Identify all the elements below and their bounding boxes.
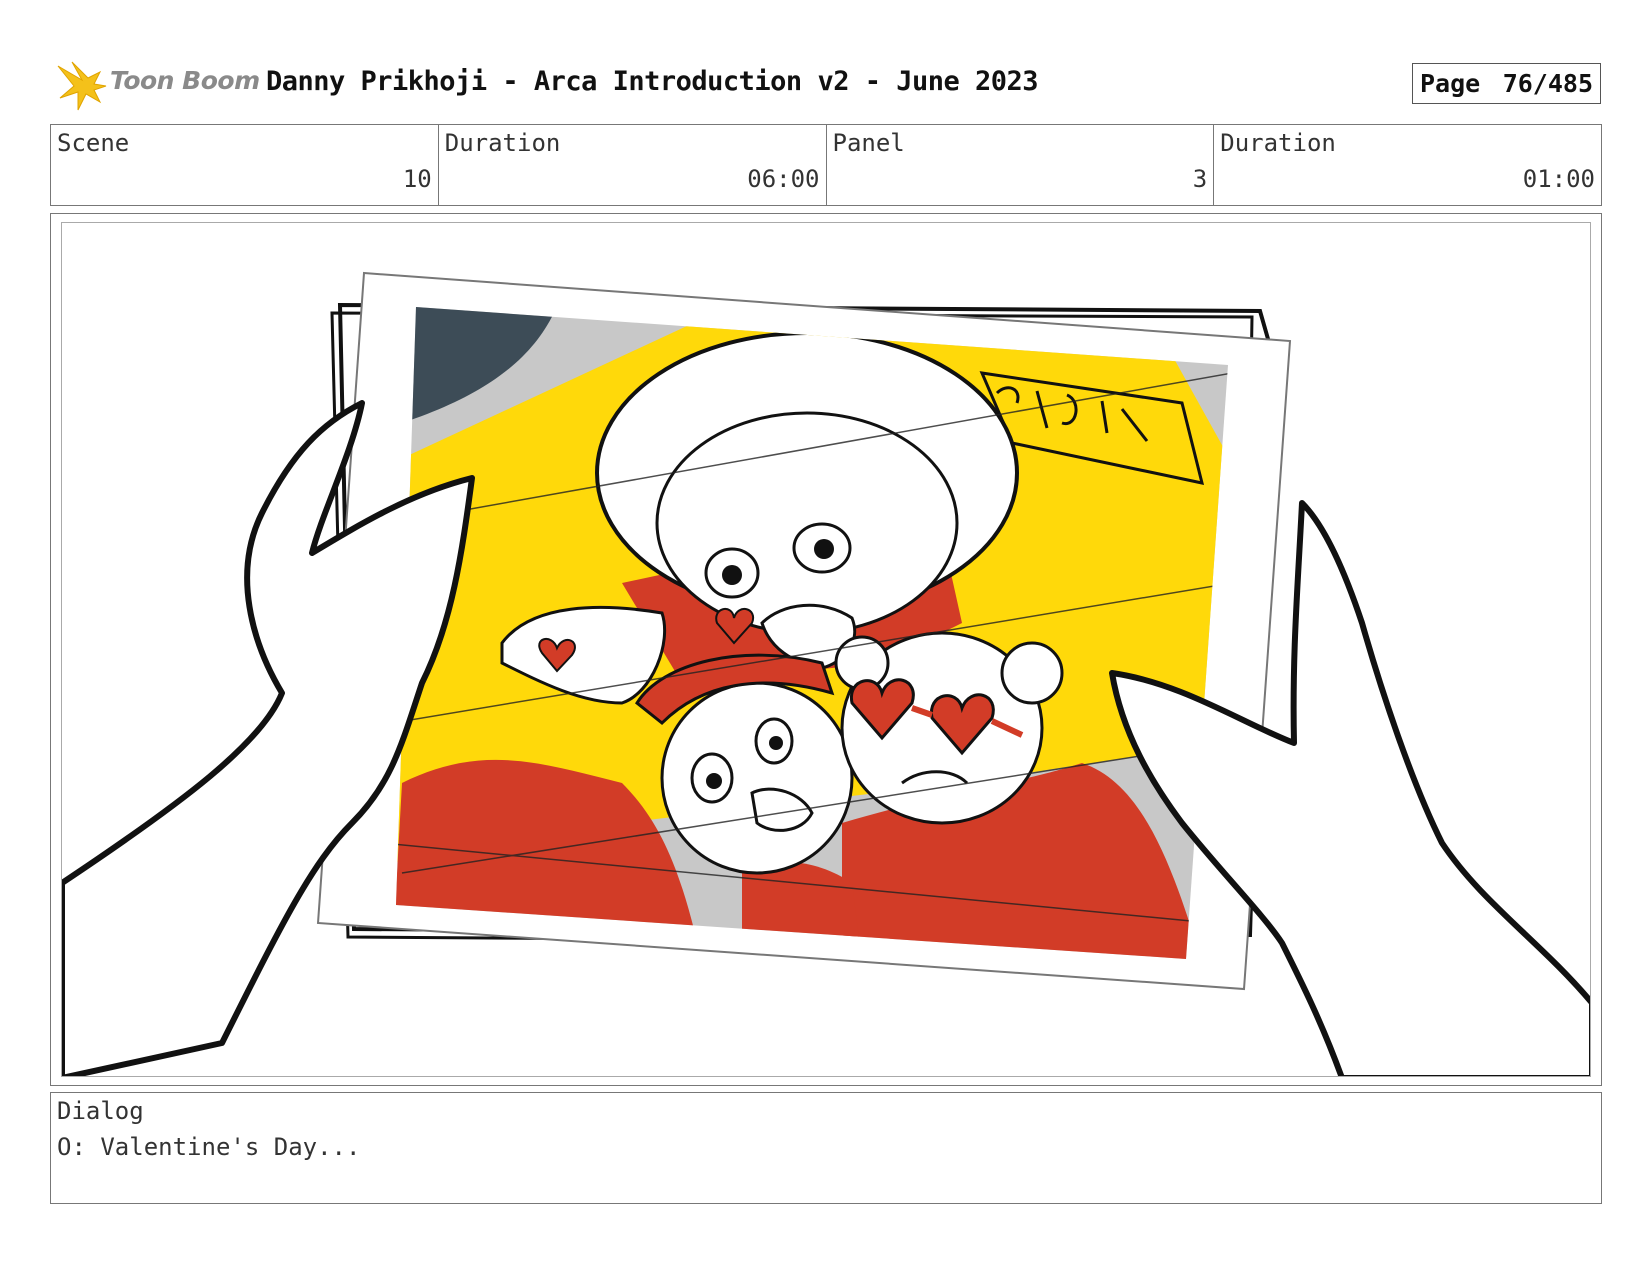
storyboard-panel xyxy=(50,213,1602,1086)
dialog-box: Dialog O: Valentine's Day... xyxy=(50,1092,1602,1204)
document-title: Danny Prikhoji - Arca Introduction v2 - … xyxy=(266,66,1039,97)
panel-duration-label: Duration xyxy=(1220,129,1336,157)
photo-held-in-hands-drawing xyxy=(62,271,1590,1076)
panel-value: 3 xyxy=(1192,165,1208,193)
scene-duration-value: 06:00 xyxy=(747,165,820,193)
panel-cell: Panel 3 xyxy=(827,125,1215,205)
page-indicator: Page 76/485 xyxy=(1412,63,1601,104)
star-burst-icon xyxy=(57,61,107,111)
page-label: Page xyxy=(1420,69,1481,98)
brand-name: Toon Boom xyxy=(110,66,260,95)
panel-label: Panel xyxy=(832,129,905,157)
page-number: 76/485 xyxy=(1502,69,1593,98)
scene-value: 10 xyxy=(402,165,432,193)
panel-duration-value: 01:00 xyxy=(1522,165,1595,193)
scene-label: Scene xyxy=(57,129,130,157)
scene-duration-label: Duration xyxy=(444,129,561,157)
panel-info-row: Scene 10 Duration 06:00 Panel 3 Duration… xyxy=(50,124,1602,206)
dialog-text: O: Valentine's Day... xyxy=(57,1133,361,1161)
scene-cell: Scene 10 xyxy=(51,125,439,205)
scene-duration-cell: Duration 06:00 xyxy=(439,125,827,205)
panel-duration-cell: Duration 01:00 xyxy=(1214,125,1601,205)
dialog-label: Dialog xyxy=(57,1097,144,1125)
storyboard-image xyxy=(61,222,1591,1077)
